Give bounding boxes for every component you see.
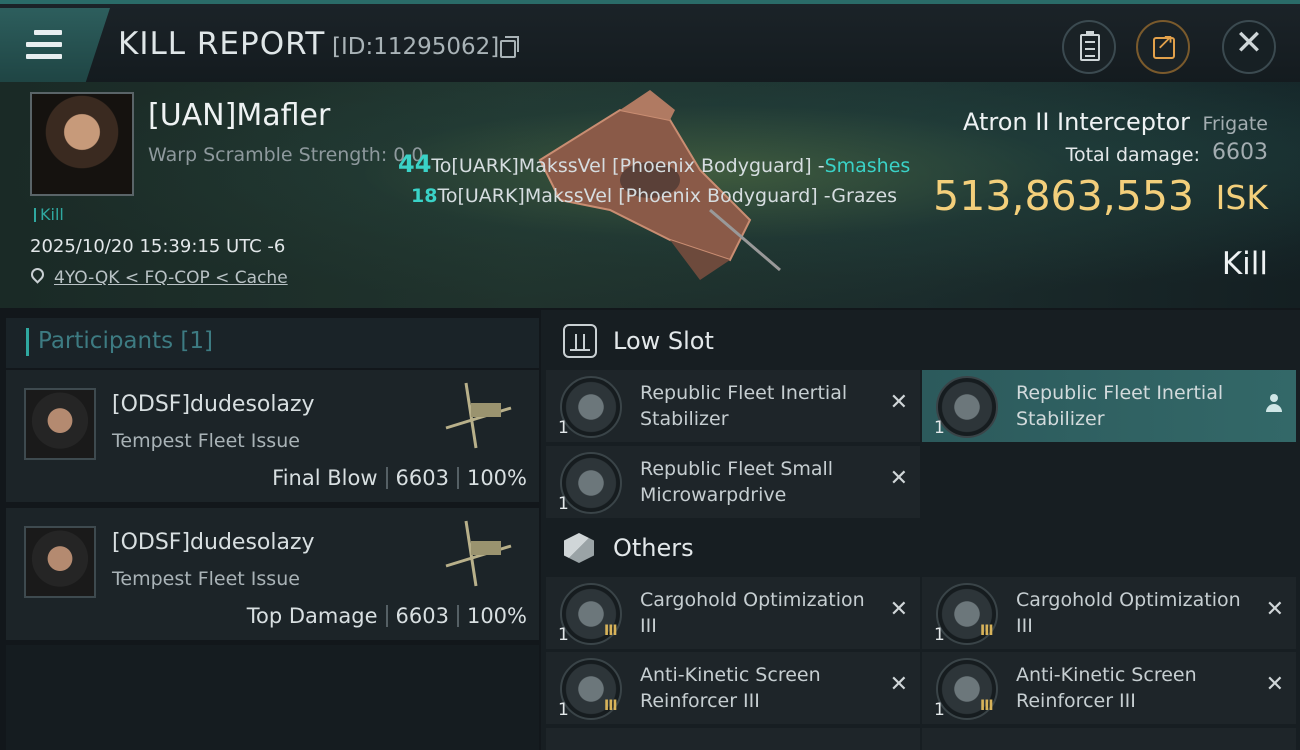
participant-role: Top Damage [246, 604, 378, 628]
module-name: Cargohold Optimization III [640, 589, 865, 637]
destroyed-icon: ✕ [889, 466, 908, 491]
kill-tag: Kill [34, 205, 64, 224]
total-damage-value: 6603 [1212, 140, 1268, 165]
participant-role: Final Blow [272, 466, 378, 490]
participants-empty-area [6, 645, 539, 750]
module-item[interactable]: 1 III Cargohold Optimization III ✕ [922, 577, 1296, 649]
low-slot-icon [563, 324, 597, 358]
module-item[interactable]: 1 III Anti-Kinetic Screen Reinforcer III… [922, 652, 1296, 724]
participant-name: [ODSF]dudesolazy [112, 530, 315, 555]
cube-icon [564, 533, 594, 563]
participant-percent: 100% [466, 604, 527, 628]
inertial-stabilizer-icon [560, 376, 622, 438]
damage-text: To[UARK]MakssVel [Phoenix Bodyguard] -Gr… [437, 185, 898, 207]
arrow-out-icon: ↗ [1156, 30, 1175, 55]
module-qty: 1 [934, 418, 945, 438]
module-item-partial[interactable] [922, 728, 1296, 750]
participant-ship: Tempest Fleet Issue [112, 430, 300, 452]
clipboard-icon [1080, 31, 1100, 61]
close-button[interactable]: ✕ [1222, 20, 1276, 74]
kill-outcome: Kill [1221, 246, 1268, 282]
total-damage-label: Total damage: [1065, 144, 1200, 166]
others-header: Others [544, 521, 1300, 577]
participant-avatar[interactable] [24, 526, 96, 598]
damage-amount: 44 [398, 150, 432, 178]
destroyed-icon: ✕ [889, 390, 908, 415]
module-item[interactable]: 1 Republic Fleet Small Microwarpdrive ✕ [546, 446, 920, 518]
participant-percent: 100% [466, 466, 527, 490]
module-name: Cargohold Optimization III [1016, 589, 1241, 637]
module-meta-level: III [980, 623, 994, 639]
module-name: Anti-Kinetic Screen Reinforcer III [1016, 664, 1197, 712]
module-item[interactable]: 1 Republic Fleet Inertial Stabilizer [922, 370, 1296, 442]
victim-name[interactable]: [UAN]Mafler [148, 98, 330, 133]
location-link[interactable]: 4YO-QK < FQ-COP < Cache [54, 268, 288, 288]
module-item-partial[interactable] [546, 728, 920, 750]
destroyed-icon: ✕ [889, 597, 908, 622]
damage-log-entry: 18To[UARK]MakssVel [Phoenix Bodyguard] -… [411, 185, 897, 207]
module-item[interactable]: 1 III Anti-Kinetic Screen Reinforcer III… [546, 652, 920, 724]
module-name: Anti-Kinetic Screen Reinforcer III [640, 664, 821, 712]
top-bar: KILL REPORT [ID:11295062] ↗ ✕ [0, 0, 1300, 82]
module-qty: 1 [558, 494, 569, 514]
module-qty: 1 [558, 700, 569, 720]
damage-amount: 18 [411, 185, 438, 207]
module-name: Republic Fleet Small Microwarpdrive [640, 458, 834, 506]
module-qty: 1 [934, 700, 945, 720]
participant-stats: Final Blow 6603 100% [272, 466, 527, 490]
warp-scramble-strength: Warp Scramble Strength: 0.0 [148, 144, 424, 166]
others-label: Others [613, 534, 694, 562]
hamburger-icon [26, 30, 62, 66]
damage-text: To[UARK]MakssVel [Phoenix Bodyguard] - [431, 155, 825, 177]
damage-log-entry: 44To[UARK]MakssVel [Phoenix Bodyguard] -… [398, 150, 910, 178]
participants-title: Participants [1] [38, 328, 213, 354]
victim-avatar[interactable] [30, 92, 134, 196]
module-item[interactable]: 1 Republic Fleet Inertial Stabilizer ✕ [546, 370, 920, 442]
low-slot-label: Low Slot [613, 327, 714, 355]
participant-ship-image [445, 520, 512, 587]
ship-name[interactable]: Atron II Interceptor [963, 108, 1190, 136]
destroyed-icon: ✕ [889, 672, 908, 697]
isk-value: 513,863,553 [933, 172, 1194, 220]
destroyed-icon: ✕ [1265, 597, 1284, 622]
participant-damage: 6603 [395, 604, 449, 628]
module-meta-level: III [604, 698, 618, 714]
damage-result: Smashes [824, 155, 911, 177]
module-qty: 1 [934, 625, 945, 645]
dropped-person-icon [1266, 394, 1282, 414]
copy-icon[interactable] [500, 36, 519, 58]
module-item[interactable]: 1 III Cargohold Optimization III ✕ [546, 577, 920, 649]
report-id: [ID:11295062] [332, 34, 500, 60]
inertial-stabilizer-icon [936, 376, 998, 438]
module-name: Republic Fleet Inertial Stabilizer [640, 382, 848, 430]
destroyed-icon: ✕ [1265, 672, 1284, 697]
module-meta-level: III [980, 698, 994, 714]
microwarpdrive-icon [560, 452, 622, 514]
isk-unit: ISK [1215, 178, 1268, 217]
kill-datetime: 2025/10/20 15:39:15 UTC -6 [30, 236, 286, 257]
participant-ship: Tempest Fleet Issue [112, 568, 300, 590]
menu-button[interactable] [0, 8, 110, 82]
page-title: KILL REPORT [118, 26, 326, 62]
ship-class: Frigate [1202, 113, 1268, 135]
participant-stats: Top Damage 6603 100% [247, 604, 527, 628]
low-slot-header: Low Slot [544, 314, 1300, 370]
module-name: Republic Fleet Inertial Stabilizer [1016, 382, 1224, 430]
participant-name: [ODSF]dudesolazy [112, 392, 315, 417]
participant-damage: 6603 [395, 466, 449, 490]
module-qty: 1 [558, 418, 569, 438]
close-icon: ✕ [1234, 23, 1264, 63]
share-button[interactable]: ↗ [1136, 20, 1190, 74]
participant-card[interactable]: [ODSF]dudesolazy Tempest Fleet Issue Top… [6, 508, 539, 640]
clipboard-button[interactable] [1062, 20, 1116, 74]
participant-ship-image [445, 382, 512, 449]
participant-card[interactable]: [ODSF]dudesolazy Tempest Fleet Issue Fin… [6, 370, 539, 502]
module-qty: 1 [558, 625, 569, 645]
participants-header: Participants [1] [6, 318, 539, 368]
module-meta-level: III [604, 623, 618, 639]
participant-avatar[interactable] [24, 388, 96, 460]
